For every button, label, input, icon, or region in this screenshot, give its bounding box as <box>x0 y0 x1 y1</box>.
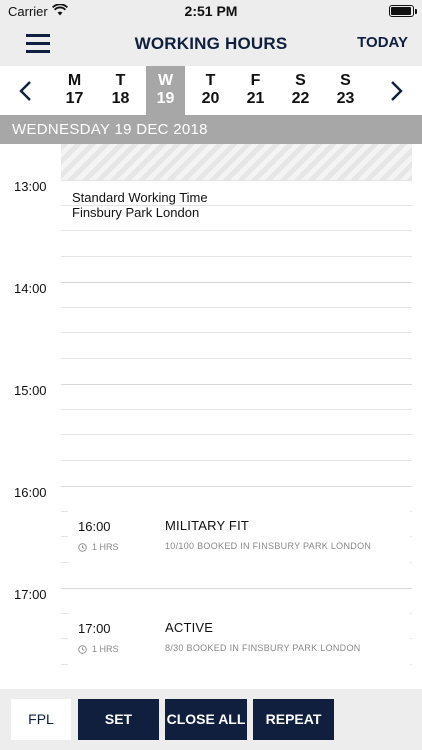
class-time: 17:00 <box>78 621 111 636</box>
today-button[interactable]: TODAY <box>357 34 408 51</box>
day-sun[interactable]: S 23 <box>326 66 365 115</box>
day-tue[interactable]: T 18 <box>101 66 140 115</box>
day-number: 19 <box>156 90 175 107</box>
status-time: 2:51 PM <box>184 3 238 19</box>
day-number: 18 <box>111 90 130 107</box>
day-number: 21 <box>246 90 265 107</box>
grid-line <box>61 588 412 589</box>
bottom-toolbar: FPL SET CLOSE ALL REPEAT <box>0 689 422 750</box>
day-timeline[interactable]: 13:00 14:00 15:00 16:00 17:00 Standard W… <box>0 144 422 689</box>
class-name: MILITARY FIT <box>165 518 250 533</box>
day-letter: T <box>115 72 126 89</box>
unavailable-time-block <box>61 144 412 180</box>
clock-icon <box>78 644 87 654</box>
battery-icon <box>389 5 417 17</box>
grid-line <box>61 486 412 487</box>
class-duration: 1 HRS <box>78 644 119 654</box>
working-time-title: Standard Working Time <box>72 190 208 205</box>
grid-line <box>61 230 412 231</box>
grid-line <box>61 282 412 283</box>
day-mon[interactable]: M 17 <box>55 66 94 115</box>
day-letter: F <box>250 72 261 89</box>
hour-label: 15:00 <box>14 383 47 398</box>
day-sat[interactable]: S 22 <box>281 66 320 115</box>
grid-line <box>61 384 412 385</box>
week-strip: M 17 T 18 W 19 T 20 F 21 S 22 S 23 <box>0 66 422 115</box>
day-wed[interactable]: W 19 <box>146 66 185 115</box>
day-number: 22 <box>291 90 310 107</box>
day-number: 17 <box>65 90 84 107</box>
clock-icon <box>78 542 87 552</box>
working-time-location: Finsbury Park London <box>72 205 200 220</box>
repeat-button[interactable]: REPEAT <box>253 699 334 740</box>
day-letter: M <box>67 72 82 89</box>
hour-label: 16:00 <box>14 485 47 500</box>
day-letter: S <box>340 72 351 89</box>
close-all-button[interactable]: CLOSE ALL <box>165 699 247 740</box>
day-thu[interactable]: T 20 <box>191 66 230 115</box>
class-duration-text: 1 HRS <box>92 542 119 552</box>
day-number: 20 <box>201 90 220 107</box>
class-duration: 1 HRS <box>78 542 119 552</box>
date-header: WEDNESDAY 19 DEC 2018 <box>0 115 422 144</box>
grid-line <box>61 256 412 257</box>
class-booking-info: 8/30 BOOKED IN FINSBURY PARK LONDON <box>165 643 361 653</box>
status-bar: Carrier 2:51 PM <box>0 0 422 22</box>
grid-line <box>61 307 412 308</box>
day-number: 23 <box>336 90 355 107</box>
day-letter: S <box>295 72 306 89</box>
class-name: ACTIVE <box>165 620 214 635</box>
fpl-button[interactable]: FPL <box>11 699 71 740</box>
day-letter: T <box>205 72 216 89</box>
class-duration-text: 1 HRS <box>92 644 119 654</box>
working-time-block[interactable]: Standard Working Time Finsbury Park Lond… <box>72 190 208 220</box>
chevron-left-icon[interactable] <box>16 78 36 104</box>
grid-line <box>61 460 412 461</box>
grid-line <box>61 332 412 333</box>
day-fri[interactable]: F 21 <box>236 66 275 115</box>
hour-label: 13:00 <box>14 179 47 194</box>
grid-line <box>61 434 412 435</box>
hour-label: 14:00 <box>14 281 47 296</box>
class-booking-info: 10/100 BOOKED IN FINSBURY PARK LONDON <box>165 541 372 551</box>
hour-label: 17:00 <box>14 587 47 602</box>
class-card-active[interactable]: 17:00 ACTIVE 1 HRS 8/30 BOOKED IN FINSBU… <box>68 613 410 667</box>
nav-bar: WORKING HOURS TODAY <box>0 22 422 66</box>
battery-fill <box>391 7 411 15</box>
chevron-right-icon[interactable] <box>386 78 406 104</box>
day-letter: W <box>157 72 174 89</box>
grid-line <box>61 180 412 181</box>
class-time: 16:00 <box>78 519 111 534</box>
grid-line <box>61 358 412 359</box>
grid-line <box>61 409 412 410</box>
class-card-military-fit[interactable]: 16:00 MILITARY FIT 1 HRS 10/100 BOOKED I… <box>68 511 410 565</box>
set-button[interactable]: SET <box>78 699 159 740</box>
